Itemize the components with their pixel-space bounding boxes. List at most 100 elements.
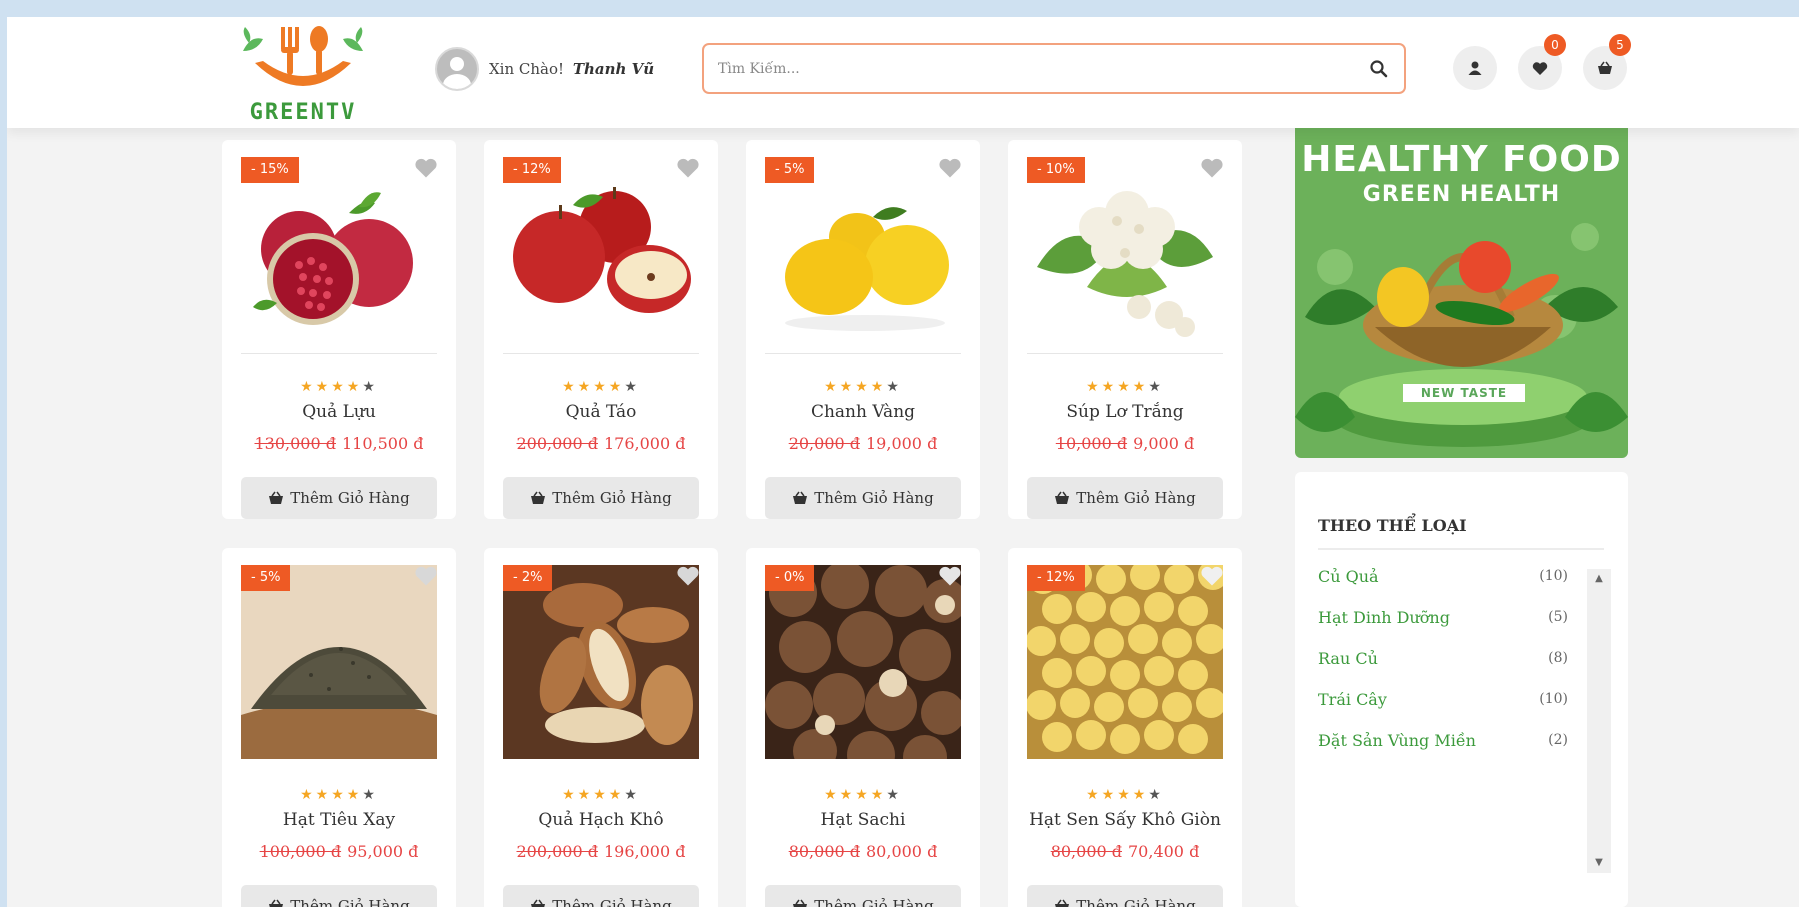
heart-icon[interactable]	[1200, 565, 1224, 587]
new-price: 9,000 đ	[1133, 434, 1195, 453]
add-to-cart-button[interactable]: Thêm Giỏ Hàng	[503, 477, 699, 519]
category-name: Hạt Dinh Dưỡng	[1318, 607, 1450, 627]
heart-icon	[1532, 61, 1548, 75]
rating-stars: ★★★★★	[562, 379, 640, 395]
category-name: Rau Củ	[1318, 648, 1378, 668]
greeting-text: Xin Chào! Thanh Vũ	[489, 60, 654, 78]
logo-text: GREENTV	[249, 100, 357, 125]
banner-tag: NEW TASTE	[1403, 384, 1525, 402]
basket-icon	[793, 491, 808, 504]
product-price: 130,000 đ 110,500 đ	[222, 434, 456, 453]
heart-icon[interactable]	[1200, 157, 1224, 179]
basket-icon	[269, 899, 284, 907]
add-to-cart-button[interactable]: Thêm Giỏ Hàng	[241, 477, 437, 519]
product-image[interactable]	[1027, 565, 1223, 759]
rating-stars: ★★★★★	[1086, 787, 1164, 803]
product-name[interactable]: Hạt Tiêu Xay	[222, 810, 456, 830]
add-to-cart-label: Thêm Giỏ Hàng	[552, 489, 672, 507]
discount-badge: - 5%	[765, 157, 815, 183]
category-name: Củ Quả	[1318, 566, 1379, 586]
search-icon[interactable]	[1368, 58, 1390, 80]
product-card[interactable]: - 12% ★★★★★ Hạt Sen Sấy Khô Giòn 80,000 …	[1008, 548, 1242, 907]
account-button[interactable]	[1453, 46, 1497, 90]
product-name[interactable]: Hạt Sachi	[746, 810, 980, 830]
wishlist-button[interactable]: 0	[1518, 34, 1566, 90]
product-price: 10,000 đ 9,000 đ	[1008, 434, 1242, 453]
basket-icon	[1055, 899, 1070, 907]
product-name[interactable]: Chanh Vàng	[746, 402, 980, 422]
basket-icon	[531, 899, 546, 907]
heart-icon[interactable]	[938, 565, 962, 587]
product-card[interactable]: - 15% ★★★★★ Quả Lựu 130,000 đ 110,500 đ T…	[222, 140, 456, 519]
category-scrollbar[interactable]	[1587, 569, 1611, 873]
product-card[interactable]: - 5% ★★★★★ Chanh Vàng 20,000 đ 19,000 đ T…	[746, 140, 980, 519]
old-price: 200,000 đ	[516, 842, 599, 861]
heart-icon[interactable]	[414, 565, 438, 587]
add-to-cart-button[interactable]: Thêm Giỏ Hàng	[1027, 885, 1223, 907]
new-price: 176,000 đ	[604, 434, 686, 453]
product-price: 80,000 đ 80,000 đ	[746, 842, 980, 861]
category-item[interactable]: Đặt Sản Vùng Miền (2)	[1318, 728, 1568, 752]
product-name[interactable]: Hạt Sen Sấy Khô Giòn	[1008, 810, 1242, 830]
header: GREENTV Xin Chào! Thanh Vũ 0 5	[7, 17, 1799, 128]
category-item[interactable]: Củ Quả (10)	[1318, 564, 1568, 588]
card-divider	[765, 353, 961, 354]
page: GREENTV Xin Chào! Thanh Vũ 0 5	[7, 17, 1799, 907]
add-to-cart-button[interactable]: Thêm Giỏ Hàng	[765, 885, 961, 907]
category-item[interactable]: Rau Củ (8)	[1318, 646, 1568, 670]
product-card[interactable]: - 5% ★★★★★ Hạt Tiêu Xay 100,000 đ 95,000 …	[222, 548, 456, 907]
basket-icon	[269, 491, 284, 504]
basket-icon	[1055, 491, 1070, 504]
category-item[interactable]: Trái Cây (10)	[1318, 687, 1568, 711]
product-image[interactable]	[241, 157, 437, 351]
card-divider	[241, 353, 437, 354]
heart-icon[interactable]	[676, 565, 700, 587]
rating-stars: ★★★★★	[300, 379, 378, 395]
cart-button[interactable]: 5	[1583, 34, 1631, 90]
product-image[interactable]	[503, 157, 699, 351]
rating-stars: ★★★★★	[562, 787, 640, 803]
product-name[interactable]: Quả Táo	[484, 402, 718, 422]
category-count: (5)	[1548, 609, 1568, 625]
heart-icon[interactable]	[676, 157, 700, 179]
product-price: 20,000 đ 19,000 đ	[746, 434, 980, 453]
add-to-cart-label: Thêm Giỏ Hàng	[814, 489, 934, 507]
discount-badge: - 5%	[241, 565, 291, 591]
add-to-cart-button[interactable]: Thêm Giỏ Hàng	[503, 885, 699, 907]
product-image[interactable]	[241, 565, 437, 759]
scroll-down-arrow-icon[interactable]: ▼	[1587, 853, 1611, 873]
product-card[interactable]: - 0% ★★★★★ Hạt Sachi 80,000 đ 80,000 đ Th…	[746, 548, 980, 907]
product-name[interactable]: Súp Lơ Trắng	[1008, 402, 1242, 422]
add-to-cart-label: Thêm Giỏ Hàng	[1076, 489, 1196, 507]
heart-icon[interactable]	[414, 157, 438, 179]
logo[interactable]: GREENTV	[233, 21, 373, 125]
old-price: 80,000 đ	[788, 842, 860, 861]
product-image[interactable]	[503, 565, 699, 759]
old-price: 10,000 đ	[1055, 434, 1128, 453]
product-name[interactable]: Quả Lựu	[222, 402, 456, 422]
category-title: THEO THỂ LOẠI	[1318, 516, 1467, 535]
heart-icon[interactable]	[938, 157, 962, 179]
product-card[interactable]: - 10% ★★★★★ Súp Lơ Trắng 10,000 đ 9,000 đ…	[1008, 140, 1242, 519]
category-item[interactable]: Hạt Dinh Dưỡng (5)	[1318, 605, 1568, 629]
product-image[interactable]	[765, 565, 961, 759]
product-name[interactable]: Quả Hạch Khô	[484, 810, 718, 830]
discount-badge: - 10%	[1027, 157, 1085, 183]
product-card[interactable]: - 12% ★★★★★ Quả Táo 200,000 đ 176,000 đ T…	[484, 140, 718, 519]
old-price: 200,000 đ	[516, 434, 599, 453]
product-image[interactable]	[1027, 157, 1223, 351]
add-to-cart-button[interactable]: Thêm Giỏ Hàng	[241, 885, 437, 907]
product-image[interactable]	[765, 157, 961, 351]
new-price: 70,400 đ	[1128, 842, 1200, 861]
card-divider	[503, 353, 699, 354]
add-to-cart-button[interactable]: Thêm Giỏ Hàng	[1027, 477, 1223, 519]
category-count: (10)	[1539, 691, 1568, 707]
fork-spoon-logo-icon	[243, 26, 363, 86]
add-to-cart-label: Thêm Giỏ Hàng	[290, 897, 410, 907]
scroll-up-arrow-icon[interactable]: ▲	[1587, 569, 1611, 589]
user-avatar[interactable]	[435, 47, 479, 91]
search-input[interactable]	[718, 57, 1338, 81]
promo-banner[interactable]: HEALTHY FOOD GREEN HEALTH NEW TASTE	[1295, 117, 1628, 458]
add-to-cart-button[interactable]: Thêm Giỏ Hàng	[765, 477, 961, 519]
product-card[interactable]: - 2% ★★★★★ Quả Hạch Khô 200,000 đ 196,000…	[484, 548, 718, 907]
